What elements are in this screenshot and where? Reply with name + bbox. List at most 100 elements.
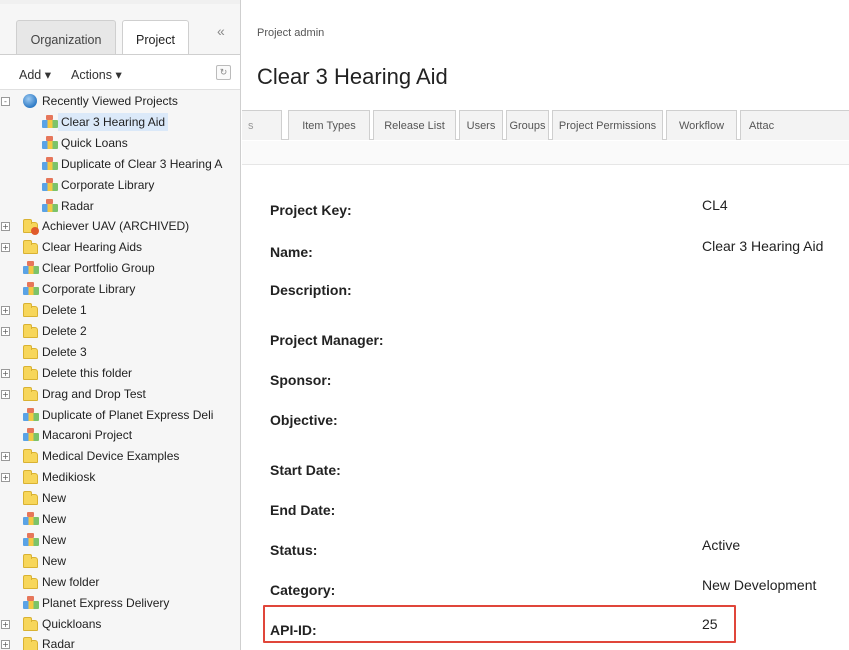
folder-icon: [23, 470, 38, 485]
expand-icon[interactable]: +: [1, 368, 10, 378]
tree-item[interactable]: Planet Express Delivery: [0, 594, 240, 612]
tree-item[interactable]: Corporate Library: [0, 176, 240, 194]
expand-icon[interactable]: +: [1, 473, 10, 483]
tree-item[interactable]: Clear Portfolio Group: [0, 259, 240, 277]
folder-icon: [23, 386, 38, 401]
folder-icon: [23, 303, 38, 317]
tree-item[interactable]: + Radar: [0, 635, 240, 650]
tree-item[interactable]: Delete 3: [0, 343, 240, 361]
tree-item-label: Delete this folder: [42, 365, 133, 380]
folder-icon: [23, 449, 38, 464]
tree-item[interactable]: + Delete this folder: [0, 364, 240, 382]
tree-item[interactable]: + Drag and Drop Test: [0, 385, 240, 403]
expand-icon[interactable]: +: [1, 389, 10, 399]
field-label: Project Key:: [270, 202, 352, 218]
field-label: Objective:: [270, 412, 338, 428]
actions-menu-button[interactable]: Actions ▾: [71, 67, 122, 82]
collapse-panel-icon[interactable]: «: [217, 23, 225, 39]
tree-item[interactable]: New: [0, 531, 240, 549]
tree-item-label: Macaroni Project: [42, 428, 133, 443]
chevron-down-icon: ▾: [115, 68, 122, 82]
field-label: End Date:: [270, 502, 336, 518]
collapse-icon[interactable]: -: [1, 97, 10, 106]
tree-item[interactable]: + Delete 2: [0, 322, 240, 340]
field-value: New Development: [702, 577, 817, 593]
tree-item-label: Clear 3 Hearing Aid: [58, 112, 169, 131]
tree-item-label: New: [42, 553, 67, 568]
tree-item-label: Achiever UAV (ARCHIVED): [42, 219, 190, 234]
tree-item-label: Duplicate of Clear 3 Hearing A: [61, 156, 223, 171]
admin-tab[interactable]: Attac: [740, 110, 849, 140]
tree-item-label: New: [42, 532, 67, 547]
tab-project[interactable]: Project: [122, 20, 189, 54]
top-divider: [0, 0, 240, 4]
tab-strip-underline: [242, 141, 849, 165]
field-value: Active: [702, 537, 741, 553]
folder-icon: [23, 365, 38, 380]
folder-icon: [23, 574, 38, 589]
left-panel: Organization Project « Add ▾ Actions ▾ ↻…: [0, 0, 241, 650]
field-value: CL4: [702, 197, 728, 213]
tab-organization[interactable]: Organization: [16, 20, 116, 54]
project-icon: [42, 114, 58, 129]
tree-item[interactable]: Duplicate of Clear 3 Hearing A: [0, 155, 240, 173]
project-icon: [23, 282, 39, 296]
tree-item[interactable]: Radar: [0, 197, 240, 215]
tree-item[interactable]: + Achiever UAV (ARCHIVED): [0, 217, 240, 236]
tree-item-label: Duplicate of Planet Express Deli: [42, 407, 214, 422]
tree-item[interactable]: - Recently Viewed Projects: [0, 92, 240, 110]
tree-item-label: New folder: [42, 574, 100, 589]
tree-item-label: Quickloans: [42, 616, 102, 631]
tree-item[interactable]: + Medikiosk: [0, 468, 240, 486]
tree-item-label: Planet Express Delivery: [42, 595, 170, 610]
tree-item[interactable]: New: [0, 489, 240, 507]
admin-tab[interactable]: Item Types: [288, 110, 370, 140]
add-menu-button[interactable]: Add ▾: [19, 67, 51, 82]
tree-item[interactable]: New: [0, 510, 240, 528]
main-panel: Project admin Clear 3 Hearing Aid s Item …: [242, 0, 849, 650]
tree-item-label: Delete 3: [42, 344, 87, 359]
tree-item[interactable]: Macaroni Project: [0, 426, 240, 444]
expand-icon[interactable]: +: [1, 222, 10, 232]
tree-item[interactable]: + Clear Hearing Aids: [0, 238, 240, 256]
tree-item[interactable]: New: [0, 552, 240, 570]
archived-folder-icon: [23, 219, 39, 236]
chevron-down-icon: ▾: [44, 68, 52, 82]
expand-icon[interactable]: +: [1, 306, 10, 315]
tree-item[interactable]: + Medical Device Examples: [0, 447, 240, 465]
tree-item[interactable]: New folder: [0, 573, 240, 591]
folder-icon: [23, 323, 38, 338]
admin-tab[interactable]: Groups: [506, 110, 549, 140]
field-label: Description:: [270, 282, 352, 298]
tree-item[interactable]: + Quickloans: [0, 615, 240, 633]
tree-toolbar: Add ▾ Actions ▾ ↻: [0, 54, 240, 90]
admin-tab[interactable]: Users: [459, 110, 503, 140]
expand-icon[interactable]: +: [1, 640, 10, 650]
project-icon: [42, 156, 58, 171]
tree-item[interactable]: Corporate Library: [0, 280, 240, 298]
field-label: Start Date:: [270, 462, 341, 478]
admin-tab[interactable]: Workflow: [666, 110, 737, 140]
folder-icon: [23, 344, 38, 359]
folder-icon: [23, 491, 38, 506]
project-icon: [42, 177, 58, 192]
expand-icon[interactable]: +: [1, 243, 10, 253]
globe-icon: [23, 94, 37, 108]
refresh-icon[interactable]: ↻: [216, 65, 231, 80]
tree-item[interactable]: Clear 3 Hearing Aid: [0, 112, 240, 131]
field-label: Sponsor:: [270, 372, 332, 388]
expand-icon[interactable]: +: [1, 619, 10, 629]
tree-item-label: Recently Viewed Projects: [42, 94, 178, 108]
expand-icon[interactable]: +: [1, 452, 10, 462]
admin-tab[interactable]: Release List: [373, 110, 456, 140]
tree-item-label: Medikiosk: [42, 470, 96, 485]
tree-item[interactable]: + Delete 1: [0, 301, 240, 319]
folder-icon: [23, 616, 38, 631]
expand-icon[interactable]: +: [1, 326, 10, 336]
admin-tab[interactable]: s: [242, 110, 282, 140]
tree-item[interactable]: Quick Loans: [0, 134, 240, 152]
tree-item[interactable]: Duplicate of Planet Express Deli: [0, 406, 240, 424]
admin-tab[interactable]: Project Permissions: [552, 110, 663, 140]
field-label: Name:: [270, 244, 313, 260]
tree-item-label: Medical Device Examples: [42, 449, 180, 464]
